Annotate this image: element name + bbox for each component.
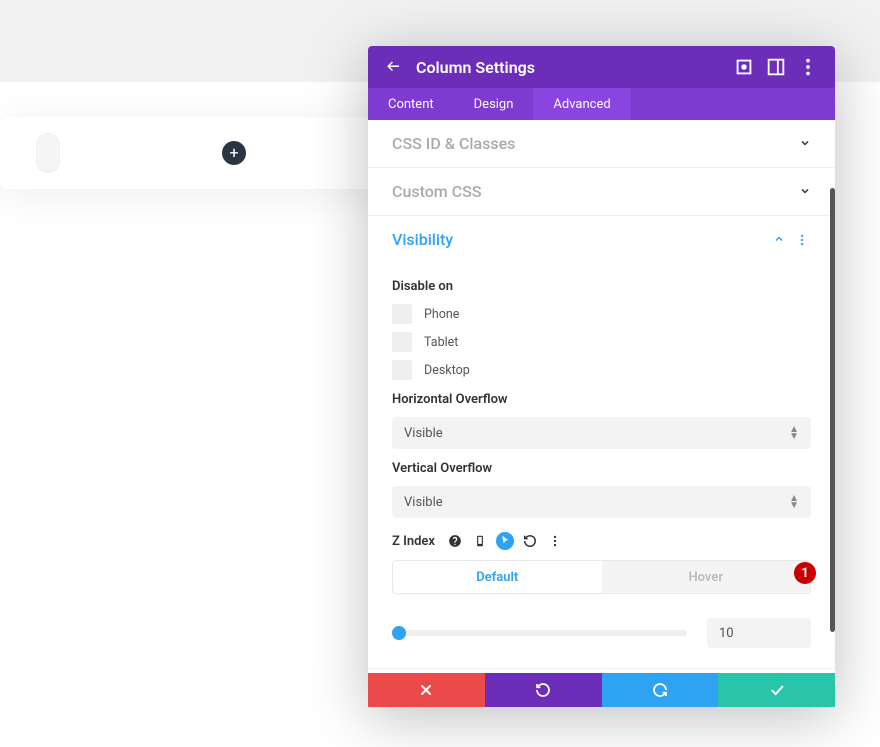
chevron-down-icon bbox=[799, 182, 811, 201]
layout-icon[interactable] bbox=[765, 56, 787, 78]
undo-button[interactable] bbox=[485, 673, 602, 707]
panel-footer bbox=[368, 673, 835, 707]
zindex-slider-row bbox=[392, 618, 811, 648]
scrollbar[interactable] bbox=[830, 188, 835, 632]
zindex-state-tabs: Default Hover bbox=[392, 560, 811, 594]
section-transitions[interactable]: Transitions bbox=[368, 669, 835, 673]
section-title: Custom CSS bbox=[392, 182, 482, 201]
zindex-tab-default[interactable]: Default bbox=[393, 561, 602, 593]
disable-desktop-label: Desktop bbox=[424, 363, 470, 378]
section-title: CSS ID & Classes bbox=[392, 134, 515, 153]
tab-content[interactable]: Content bbox=[368, 88, 454, 120]
tab-advanced[interactable]: Advanced bbox=[533, 88, 630, 120]
section-more-icon[interactable] bbox=[793, 231, 811, 249]
add-module-button[interactable]: + bbox=[222, 141, 246, 165]
disable-on-label: Disable on bbox=[392, 279, 811, 294]
disable-phone-label: Phone bbox=[424, 307, 459, 322]
slider-thumb[interactable] bbox=[392, 626, 406, 640]
panel-header: Column Settings bbox=[368, 46, 835, 88]
v-overflow-label: Vertical Overflow bbox=[392, 461, 811, 476]
reset-icon[interactable] bbox=[521, 532, 539, 550]
disable-tablet-label: Tablet bbox=[424, 335, 458, 350]
expand-icon[interactable] bbox=[733, 56, 755, 78]
section-custom-css[interactable]: Custom CSS bbox=[368, 168, 835, 215]
disable-desktop-row: Desktop bbox=[392, 360, 811, 380]
zindex-label: Z Index bbox=[392, 534, 435, 549]
disable-tablet-checkbox[interactable] bbox=[392, 332, 412, 352]
zindex-tab-hover[interactable]: Hover bbox=[602, 561, 811, 593]
disable-desktop-checkbox[interactable] bbox=[392, 360, 412, 380]
v-overflow-value: Visible bbox=[404, 495, 443, 510]
panel-tabs: Content Design Advanced bbox=[368, 88, 835, 120]
disable-tablet-row: Tablet bbox=[392, 332, 811, 352]
background-pill bbox=[36, 133, 60, 173]
h-overflow-value: Visible bbox=[404, 426, 443, 441]
zindex-slider[interactable] bbox=[392, 630, 687, 636]
h-overflow-select[interactable]: Visible ▲▼ bbox=[392, 417, 811, 449]
phone-icon[interactable] bbox=[471, 532, 489, 550]
zindex-controls: Z Index bbox=[392, 532, 811, 550]
select-arrows-icon: ▲▼ bbox=[789, 495, 799, 509]
panel-body: CSS ID & Classes Custom CSS Visibility D… bbox=[368, 120, 835, 673]
chevron-up-icon bbox=[773, 230, 785, 249]
section-title: Visibility bbox=[392, 230, 453, 249]
zindex-value-input[interactable] bbox=[707, 618, 811, 648]
select-arrows-icon: ▲▼ bbox=[789, 426, 799, 440]
settings-panel: Column Settings Content Design Advanced … bbox=[368, 46, 835, 707]
v-overflow-select[interactable]: Visible ▲▼ bbox=[392, 486, 811, 518]
more-icon[interactable] bbox=[797, 56, 819, 78]
visibility-body: Disable on Phone Tablet Desktop Horizont… bbox=[368, 263, 835, 668]
h-overflow-label: Horizontal Overflow bbox=[392, 392, 811, 407]
disable-phone-checkbox[interactable] bbox=[392, 304, 412, 324]
cancel-button[interactable] bbox=[368, 673, 485, 707]
panel-title: Column Settings bbox=[416, 58, 723, 77]
section-visibility[interactable]: Visibility bbox=[368, 216, 835, 263]
section-css-id-classes[interactable]: CSS ID & Classes bbox=[368, 120, 835, 167]
help-icon[interactable] bbox=[446, 532, 464, 550]
back-button[interactable] bbox=[384, 58, 402, 76]
redo-button[interactable] bbox=[602, 673, 719, 707]
disable-phone-row: Phone bbox=[392, 304, 811, 324]
tab-design[interactable]: Design bbox=[454, 88, 534, 120]
chevron-down-icon bbox=[799, 134, 811, 153]
zindex-more-icon[interactable] bbox=[546, 532, 564, 550]
hover-cursor-icon[interactable] bbox=[496, 532, 514, 550]
callout-badge-1: 1 bbox=[794, 562, 816, 584]
save-button[interactable] bbox=[718, 673, 835, 707]
